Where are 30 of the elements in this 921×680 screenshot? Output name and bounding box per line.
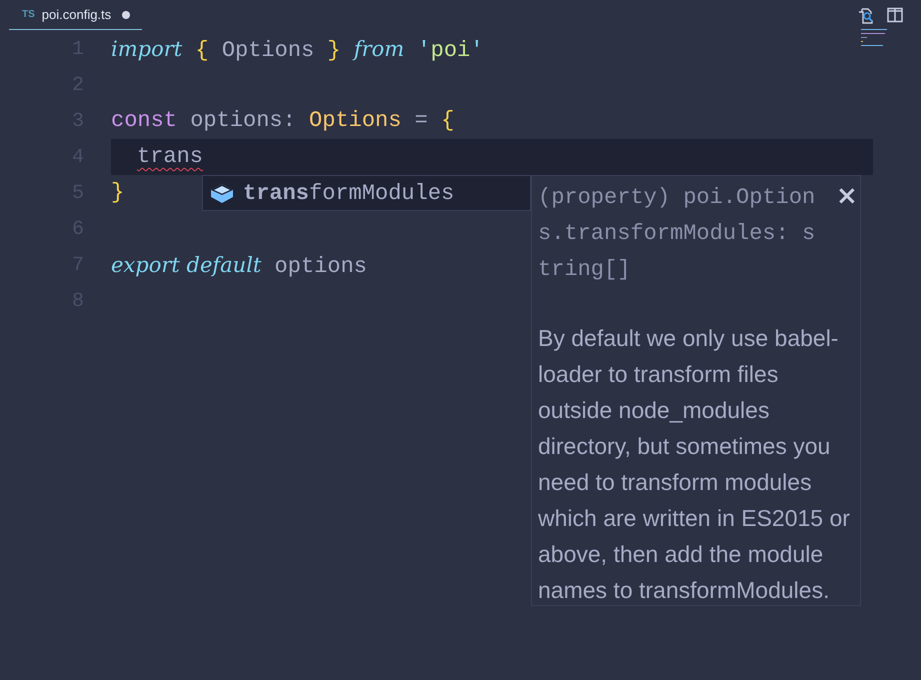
- code-token: }: [111, 180, 124, 205]
- code-token: Options: [222, 38, 314, 63]
- code-token: import: [111, 37, 182, 61]
- code-token: =: [414, 108, 429, 133]
- editor-tab[interactable]: TS poi.config.ts: [9, 0, 142, 30]
- code-token: ': [470, 38, 484, 63]
- code-token: options: [274, 254, 367, 279]
- code-token: poi: [430, 38, 470, 63]
- close-button[interactable]: ×: [836, 180, 858, 212]
- code-token: trans: [137, 144, 204, 169]
- code-token: ': [416, 38, 431, 63]
- code-token: const: [111, 108, 178, 133]
- typescript-file-icon: TS: [22, 9, 35, 20]
- code-token: options:: [189, 108, 297, 133]
- split-editor-icon[interactable]: [887, 7, 903, 23]
- code-token: Options: [309, 108, 402, 133]
- code-token: from: [354, 37, 404, 61]
- tab-title: poi.config.ts: [42, 7, 112, 22]
- code-token: default: [186, 253, 262, 277]
- code-token: }: [326, 38, 342, 63]
- open-preview-icon[interactable]: [857, 7, 875, 25]
- code-token: export: [111, 253, 181, 277]
- code-token: {: [441, 108, 454, 133]
- code-token: {: [194, 38, 210, 63]
- signature-text: (property) poi.Options.transformModules: string[]: [538, 184, 816, 284]
- suggestion-item[interactable]: transformModules: [202, 175, 531, 211]
- property-icon: [209, 182, 235, 204]
- description-text: By default we only use babel-loader to transform files outside node_modules directory, but sometimes you need to transform modules which are written in ES2015 or above, then add the module names to transformModules.: [538, 324, 851, 605]
- minimap-drawing[interactable]: [861, 29, 889, 46]
- unsaved-dot-icon[interactable]: [122, 10, 130, 18]
